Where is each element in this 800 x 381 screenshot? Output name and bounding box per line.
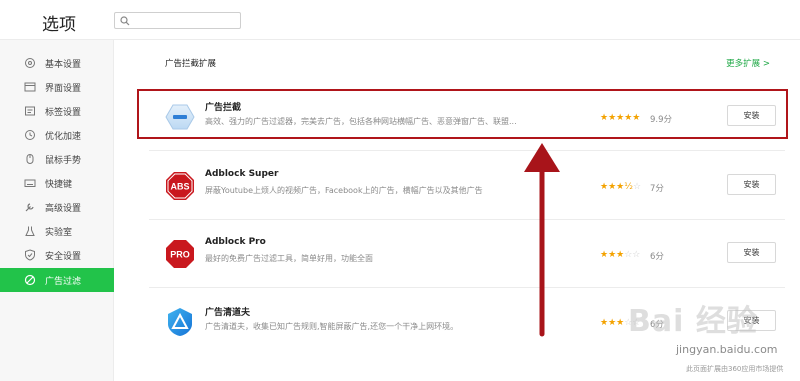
search-input[interactable]	[114, 12, 241, 29]
triangle-shield-icon	[168, 308, 192, 336]
pro-octagon-icon: PRO	[166, 240, 194, 268]
sidebar-item-label: 高级设置	[45, 204, 82, 214]
sidebar-item-tabs[interactable]: 标签设置	[0, 99, 114, 123]
rating-stars: ★★★★★	[600, 113, 641, 123]
settings-circle-icon	[25, 58, 35, 68]
wrench-icon	[25, 203, 34, 212]
footer-note: 此页面扩展由360应用市场提供	[686, 365, 784, 373]
clock-icon	[25, 130, 35, 140]
rating-stars: ★★★½☆	[600, 182, 642, 192]
extension-name: 广告清道夫	[205, 308, 251, 318]
sidebar-item-speedup[interactable]: 优化加速	[0, 123, 114, 147]
sidebar-item-label: 优化加速	[45, 132, 82, 142]
abs-icon-text: ABS	[170, 182, 189, 192]
rating-stars: ★★★☆☆	[600, 250, 641, 260]
sidebar: 基本设置 界面设置 标签设置 优化加速 鼠标手势 快捷键 高级设置 实验室 安全…	[0, 40, 114, 381]
sidebar-item-label: 快捷键	[45, 180, 73, 190]
install-button[interactable]: 安装	[727, 242, 776, 263]
sidebar-item-basic[interactable]: 基本设置	[0, 51, 114, 75]
sidebar-item-label: 界面设置	[45, 84, 82, 94]
install-button[interactable]: 安装	[727, 105, 776, 126]
page-title: 选项	[42, 15, 76, 35]
sidebar-item-label: 基本设置	[45, 60, 82, 70]
sidebar-item-mouse-gesture[interactable]: 鼠标手势	[0, 147, 114, 171]
watermark-url: jingyan.baidu.com	[676, 343, 778, 356]
extension-desc: 最好的免费广告过滤工具，简单好用，功能全面	[205, 254, 373, 263]
sidebar-item-label: 鼠标手势	[45, 156, 82, 166]
header: 选项	[0, 0, 800, 40]
extension-score: 6分	[650, 252, 664, 262]
mouse-icon	[26, 154, 34, 164]
pro-icon-text: PRO	[170, 250, 190, 260]
section-title: 广告拦截扩展	[165, 59, 217, 69]
sidebar-item-label: 实验室	[45, 228, 73, 238]
extension-row: ABS Adblock Super 屏蔽Youtube上烦人的视频广告，Face…	[149, 152, 785, 220]
sidebar-item-lab[interactable]: 实验室	[0, 219, 114, 243]
extension-name: Adblock Super	[205, 169, 279, 179]
sidebar-item-label: 安全设置	[45, 252, 82, 262]
window-icon	[24, 82, 36, 92]
extension-row: 广告拦截 高效、强力的广告过滤器，完美去广告，包括各种网站横幅广告、恶意弹窗广告…	[149, 83, 785, 151]
shield-icon	[25, 249, 35, 261]
extension-name: Adblock Pro	[205, 237, 266, 247]
sidebar-item-label: 广告过滤	[45, 277, 82, 287]
extension-desc: 屏蔽Youtube上烦人的视频广告，Facebook上的广告，横幅广告以及其他广…	[205, 186, 483, 195]
block-icon	[24, 274, 36, 286]
sidebar-item-label: 标签设置	[45, 108, 82, 118]
sidebar-item-advanced[interactable]: 高级设置	[0, 195, 114, 219]
extension-name: 广告拦截	[205, 103, 242, 113]
baidu-jingyan-watermark: Bai 经验	[628, 304, 758, 339]
sidebar-item-interface[interactable]: 界面设置	[0, 75, 114, 99]
abs-octagon-icon: ABS	[166, 172, 194, 200]
search-icon	[120, 16, 130, 26]
extension-desc: 广告清道夫，收集已知广告规则,智能屏蔽广告,还您一个干净上网环境。	[205, 322, 459, 331]
minus-circle-icon	[165, 104, 195, 130]
extension-row: PRO Adblock Pro 最好的免费广告过滤工具，简单好用，功能全面 ★★…	[149, 220, 785, 288]
keyboard-icon	[24, 179, 36, 187]
tab-icon	[25, 106, 35, 116]
flask-icon	[25, 226, 35, 236]
sidebar-item-ad-filter[interactable]: 广告过滤	[0, 268, 114, 292]
extension-desc: 高效、强力的广告过滤器，完美去广告，包括各种网站横幅广告、恶意弹窗广告、联盟..…	[205, 117, 517, 126]
sidebar-item-shortcuts[interactable]: 快捷键	[0, 171, 114, 195]
extension-score: 9.9分	[650, 115, 673, 125]
sidebar-item-security[interactable]: 安全设置	[0, 243, 114, 267]
more-extensions-link[interactable]: 更多扩展 >	[726, 57, 770, 69]
install-button[interactable]: 安装	[727, 174, 776, 195]
extension-score: 7分	[650, 184, 664, 194]
